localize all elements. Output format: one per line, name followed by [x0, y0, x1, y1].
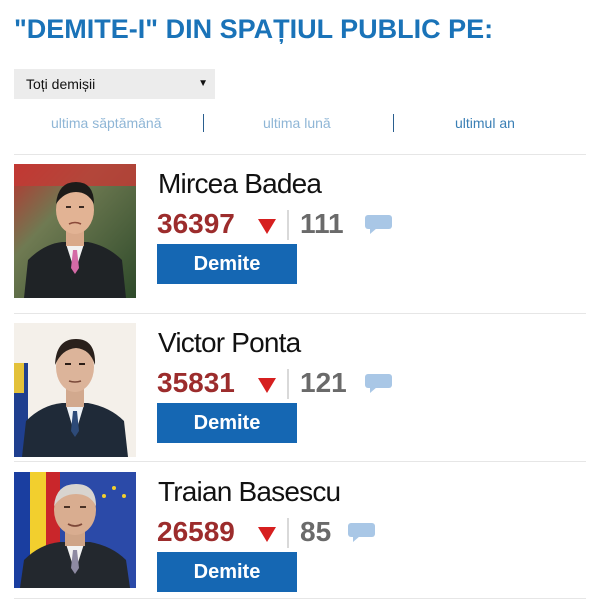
person-name[interactable]: Mircea Badea — [158, 168, 322, 200]
comment-bubble-icon[interactable] — [348, 523, 375, 543]
filter-separator — [203, 114, 204, 132]
person-card: Victor Ponta 35831 121 Demite — [14, 323, 586, 459]
person-photo[interactable] — [14, 472, 136, 601]
demite-button[interactable]: Demite — [157, 552, 297, 592]
person-filter-select[interactable]: Toți demișii ▼ — [14, 69, 215, 99]
divider — [14, 598, 586, 599]
demite-score: 36397 — [157, 208, 235, 239]
comment-bubble-icon[interactable] — [365, 215, 392, 235]
person-name[interactable]: Traian Basescu — [158, 476, 341, 508]
filter-separator — [393, 114, 394, 132]
select-value: Toți demișii — [26, 76, 96, 92]
demite-button[interactable]: Demite — [157, 403, 297, 443]
stat-separator — [287, 369, 289, 399]
person-photo[interactable] — [14, 164, 136, 298]
stat-separator — [287, 518, 289, 548]
comment-count: 111 — [300, 208, 344, 239]
divider — [14, 461, 586, 462]
comment-count: 121 — [300, 367, 347, 398]
down-arrow-icon — [258, 219, 276, 234]
comment-bubble-icon[interactable] — [365, 374, 392, 394]
demite-button[interactable]: Demite — [157, 244, 297, 284]
person-card: Traian Basescu 26589 85 Demite — [14, 472, 586, 601]
person-card: Mircea Badea 36397 111 Demite — [14, 164, 586, 300]
stat-separator — [287, 210, 289, 240]
filter-last-week[interactable]: ultima săptămână — [51, 115, 162, 131]
divider — [14, 154, 586, 155]
demite-score: 26589 — [157, 516, 235, 547]
down-arrow-icon — [258, 527, 276, 542]
filter-last-month[interactable]: ultima lună — [263, 115, 331, 131]
period-filter-bar: ultima săptămână ultima lună ultimul an — [14, 112, 586, 136]
chevron-down-icon: ▼ — [198, 78, 208, 89]
divider — [14, 313, 586, 314]
person-name[interactable]: Victor Ponta — [158, 327, 301, 359]
person-photo[interactable] — [14, 323, 136, 457]
comment-count: 85 — [300, 516, 332, 547]
filter-last-year[interactable]: ultimul an — [455, 115, 515, 131]
demite-score: 35831 — [157, 367, 235, 398]
down-arrow-icon — [258, 378, 276, 393]
page-title: "DEMITE-I" DIN SPAȚIUL PUBLIC PE: — [14, 14, 494, 44]
